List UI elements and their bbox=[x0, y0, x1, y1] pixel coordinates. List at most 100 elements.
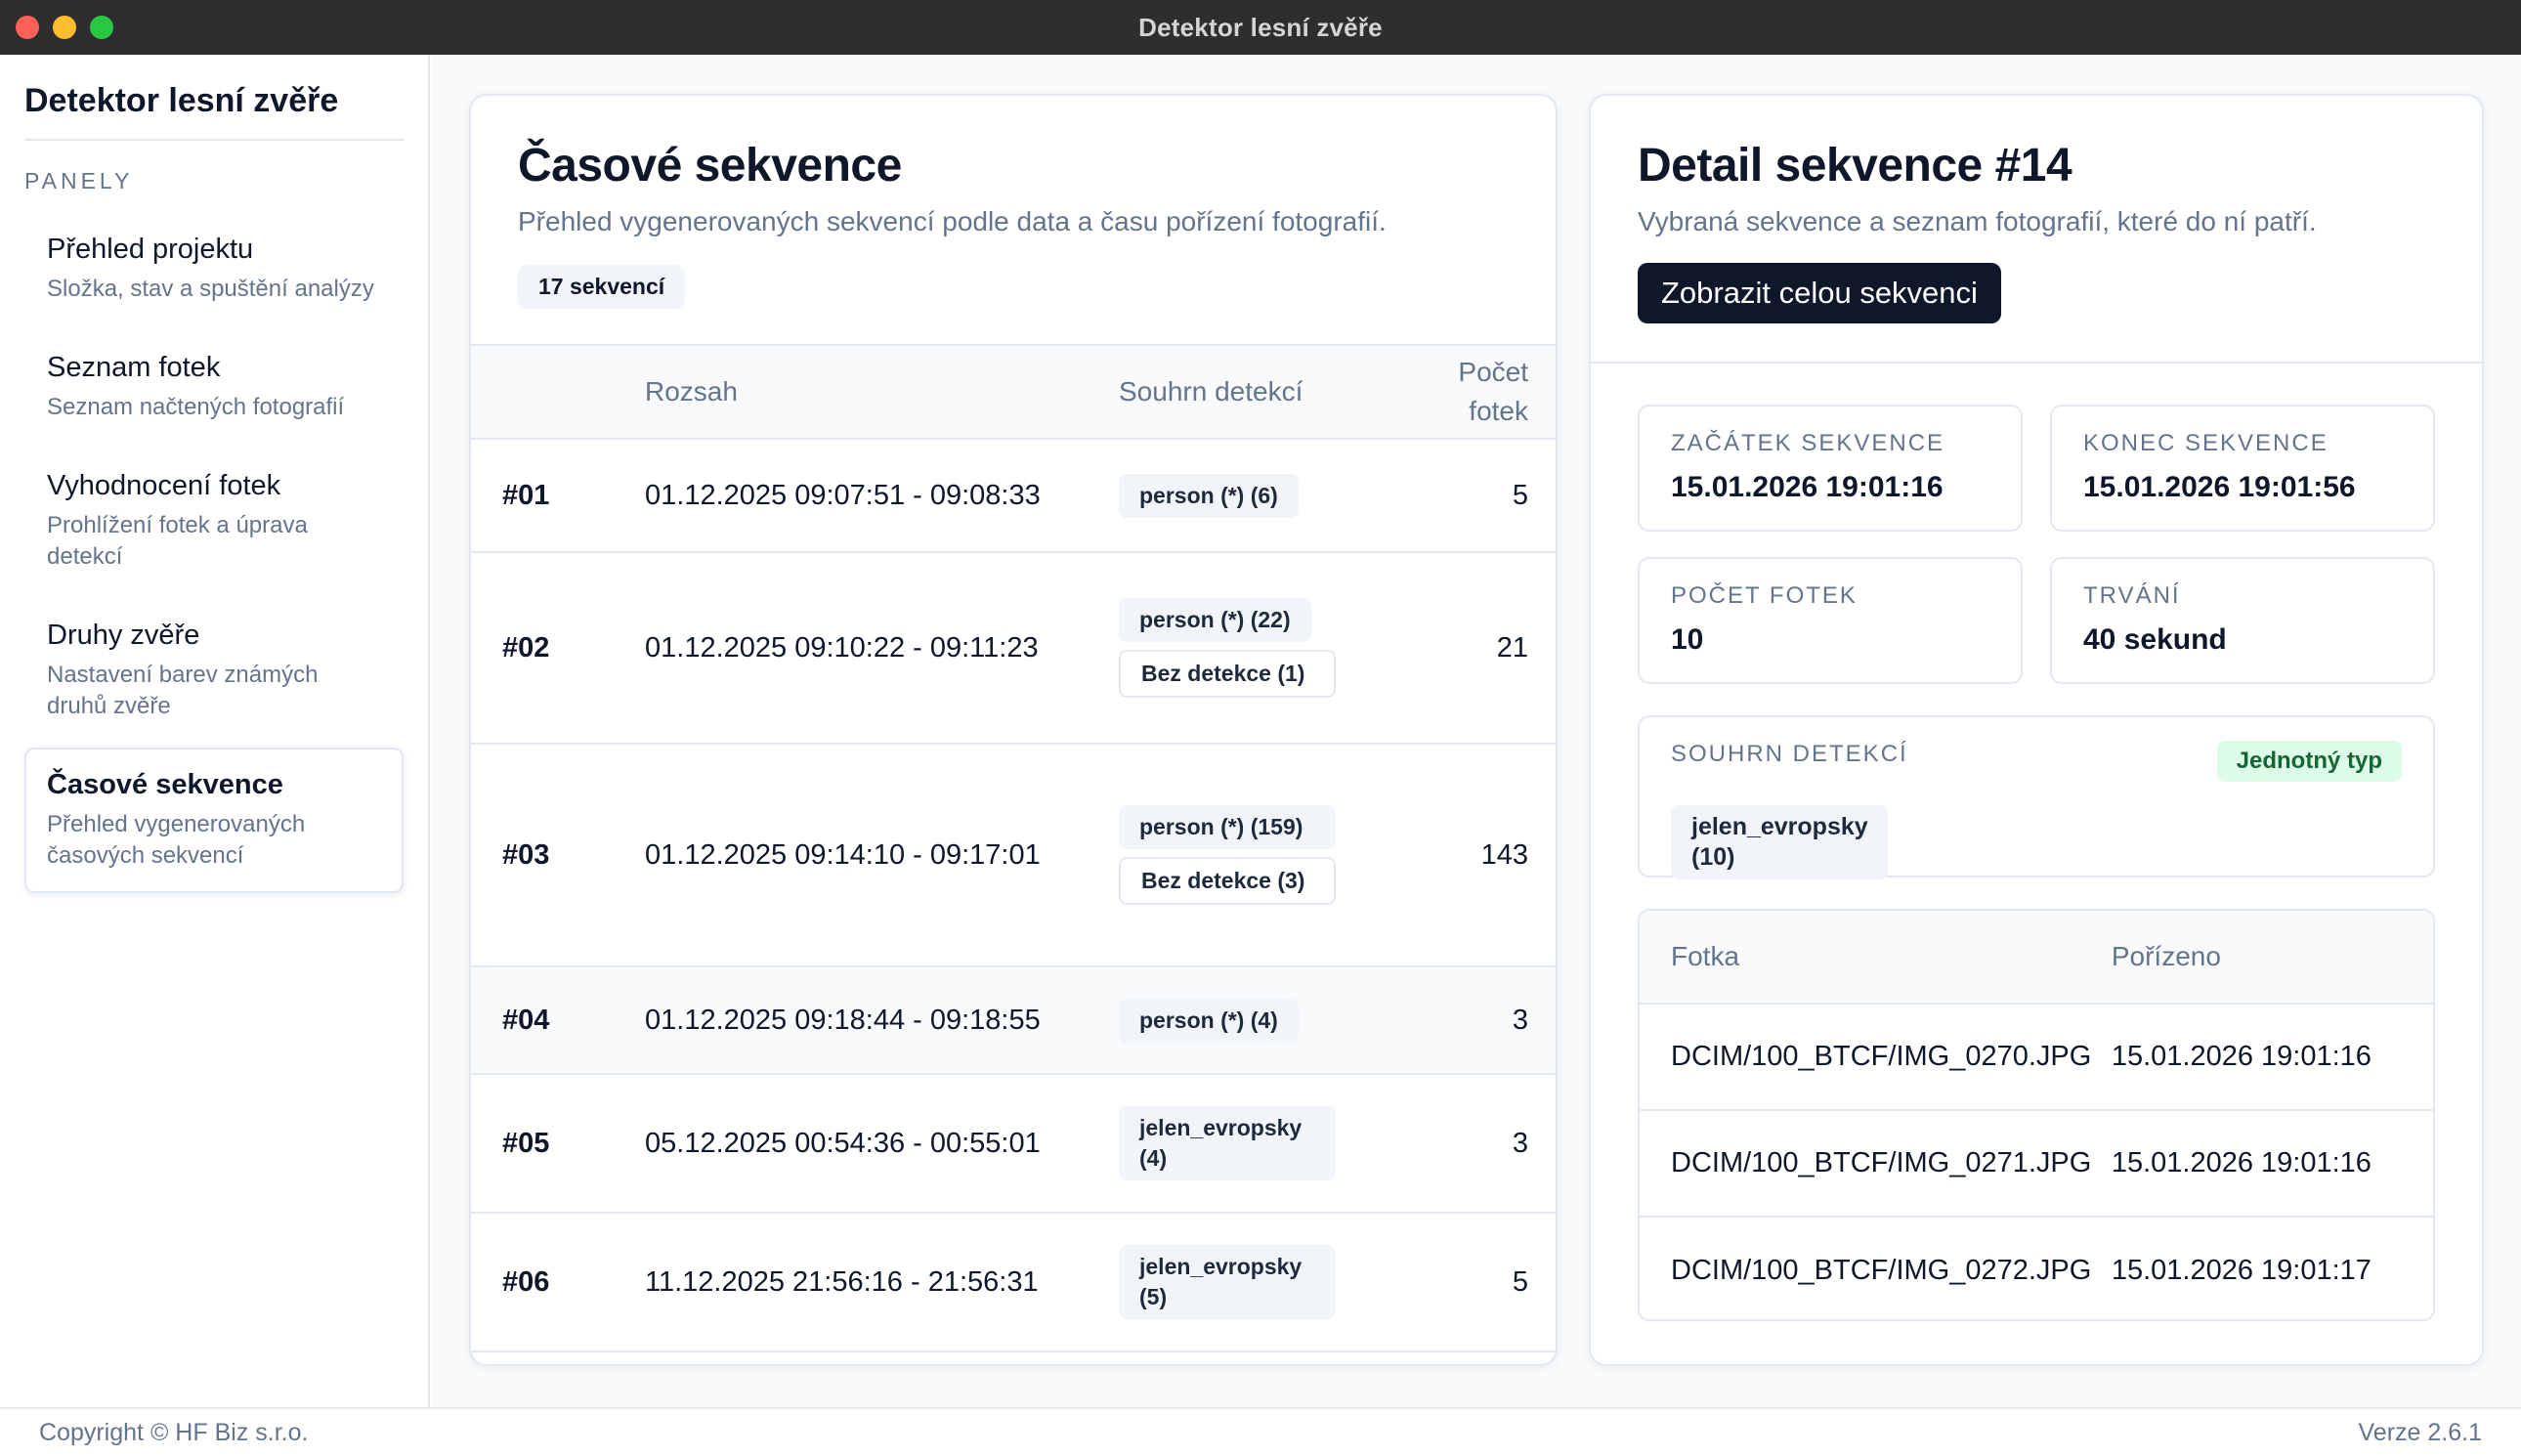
stat-value: 10 bbox=[1671, 623, 1704, 656]
table-header: Rozsah Souhrn detekcí Počet fotek bbox=[471, 346, 1556, 440]
sidebar-section-label: PANELY bbox=[24, 168, 134, 193]
sequence-range: 05.12.2025 00:54:36 - 00:55:01 bbox=[645, 1127, 1041, 1159]
sequence-photo-count: 5 bbox=[1512, 480, 1528, 511]
sequence-id: #02 bbox=[502, 631, 550, 664]
sequence-range: 01.12.2025 09:10:22 - 09:11:23 bbox=[645, 631, 1039, 664]
copyright-text: Copyright © HF Biz s.r.o. bbox=[39, 1418, 309, 1446]
detection-chip: Bez detekce (1) bbox=[1119, 650, 1336, 698]
stat-value: 15.01.2026 19:01:56 bbox=[2083, 471, 2356, 503]
photo-filename: DCIM/100_BTCF/IMG_0271.JPG bbox=[1671, 1147, 2092, 1178]
sequences-title: Časové sekvence bbox=[518, 140, 902, 192]
column-header-taken[interactable]: Pořízeno bbox=[2112, 941, 2433, 972]
column-header-count[interactable]: Počet fotek bbox=[1441, 353, 1556, 431]
sidebar-item-time-sequences[interactable]: Časové sekvence Přehled vygenerovaných č… bbox=[24, 748, 404, 893]
sidebar-item-species[interactable]: Druhy zvěře Nastavení barev známých druh… bbox=[24, 598, 404, 744]
window-title: Detektor lesní zvěře bbox=[1138, 12, 1383, 42]
window-titlebar: Detektor lesní zvěře bbox=[0, 0, 2521, 55]
sequence-id: #05 bbox=[502, 1127, 550, 1159]
detection-chip: person (*) (22) bbox=[1119, 598, 1311, 642]
sidebar: Detektor lesní zvěře PANELY Přehled proj… bbox=[0, 55, 430, 1407]
photo-taken: 15.01.2026 19:01:16 bbox=[2111, 1147, 2371, 1178]
app-name: Detektor lesní zvěře bbox=[24, 55, 404, 141]
stat-photo-count: POČET FOTEK 10 bbox=[1638, 557, 2023, 684]
table-row[interactable]: DCIM/100_BTCF/IMG_0270.JPG 15.01.2026 19… bbox=[1640, 1005, 2433, 1111]
sequence-photo-count: 21 bbox=[1496, 632, 1528, 664]
main-content: Časové sekvence Přehled vygenerovaných s… bbox=[432, 55, 2521, 1407]
sequence-photo-count: 3 bbox=[1512, 1128, 1528, 1159]
sequence-detail-panel: Detail sekvence #14 Vybraná sekvence a s… bbox=[1589, 94, 2484, 1366]
sequence-range: 01.12.2025 09:14:10 - 09:17:01 bbox=[645, 838, 1041, 871]
sequence-range: 11.12.2025 21:56:16 - 21:56:31 bbox=[645, 1265, 1039, 1298]
sidebar-item-project-overview[interactable]: Přehled projektu Složka, stav a spuštění… bbox=[24, 212, 404, 326]
version-text: Verze 2.6.1 bbox=[2358, 1418, 2482, 1446]
column-header-photo[interactable]: Fotka bbox=[1640, 941, 2112, 972]
zoom-window-button[interactable] bbox=[90, 16, 113, 39]
table-row[interactable]: #03 01.12.2025 09:14:10 - 09:17:01 perso… bbox=[471, 745, 1556, 967]
stat-duration: TRVÁNÍ 40 sekund bbox=[2050, 557, 2435, 684]
table-row[interactable]: #02 01.12.2025 09:10:22 - 09:11:23 perso… bbox=[471, 553, 1556, 745]
divider bbox=[1591, 362, 2482, 364]
sidebar-item-photo-list[interactable]: Seznam fotek Seznam načtených fotografií bbox=[24, 330, 404, 445]
sidebar-item-description: Seznam načtených fotografií bbox=[47, 394, 345, 420]
detection-chips: person (*) (159) Bez detekce (3) bbox=[1119, 776, 1441, 934]
uniform-type-badge: Jednotný typ bbox=[2216, 741, 2402, 782]
detection-summary: SOUHRN DETEKCÍ Jednotný typ jelen_evrops… bbox=[1638, 715, 2435, 879]
table-row[interactable]: #04 01.12.2025 09:18:44 - 09:18:55 perso… bbox=[471, 967, 1556, 1075]
sequences-panel: Časové sekvence Přehled vygenerovaných s… bbox=[469, 94, 1558, 1366]
sequence-photo-count: 143 bbox=[1480, 839, 1528, 871]
window-controls bbox=[16, 16, 113, 39]
sequences-subtitle: Přehled vygenerovaných sekvencí podle da… bbox=[518, 206, 1387, 236]
sidebar-item-description: Nastavení barev známých druhů zvěře bbox=[47, 662, 319, 719]
close-window-button[interactable] bbox=[16, 16, 39, 39]
detection-chip: jelen_evropsky (4) bbox=[1119, 1106, 1336, 1180]
detail-title: Detail sekvence #14 bbox=[1638, 140, 2072, 192]
sidebar-item-description: Prohlížení fotek a úprava detekcí bbox=[47, 512, 308, 570]
detection-chip: person (*) (6) bbox=[1119, 473, 1299, 518]
detection-chips: jelen_evropsky (5) bbox=[1119, 1216, 1441, 1349]
photo-taken: 15.01.2026 19:01:16 bbox=[2111, 1041, 2371, 1072]
table-row[interactable]: #06 11.12.2025 21:56:16 - 21:56:31 jelen… bbox=[471, 1214, 1556, 1352]
sidebar-item-title: Seznam fotek bbox=[47, 352, 221, 383]
footer: Copyright © HF Biz s.r.o. Verze 2.6.1 bbox=[0, 1407, 2521, 1456]
column-header-range[interactable]: Rozsah bbox=[645, 376, 1119, 407]
sidebar-item-title: Vyhodnocení fotek bbox=[47, 470, 281, 501]
sidebar-item-description: Přehled vygenerovaných časových sekvencí bbox=[47, 811, 306, 869]
show-full-sequence-button[interactable]: Zobrazit celou sekvenci bbox=[1638, 263, 2001, 323]
detail-subtitle: Vybraná sekvence a seznam fotografií, kt… bbox=[1638, 206, 2317, 236]
stat-label: POČET FOTEK bbox=[1671, 582, 1858, 609]
column-header-detections[interactable]: Souhrn detekcí bbox=[1119, 376, 1441, 407]
photo-filename: DCIM/100_BTCF/IMG_0272.JPG bbox=[1671, 1255, 2092, 1286]
sequence-count-badge: 17 sekvencí bbox=[518, 265, 686, 309]
stat-value: 15.01.2026 19:01:16 bbox=[1671, 471, 1944, 503]
table-row[interactable]: DCIM/100_BTCF/IMG_0271.JPG 15.01.2026 19… bbox=[1640, 1111, 2433, 1218]
detection-chips: person (*) (22) Bez detekce (1) bbox=[1119, 569, 1441, 727]
sequence-photo-count: 5 bbox=[1512, 1266, 1528, 1298]
sidebar-item-description: Složka, stav a spuštění analýzy bbox=[47, 276, 374, 302]
photo-filename: DCIM/100_BTCF/IMG_0270.JPG bbox=[1671, 1041, 2092, 1072]
sequence-range: 01.12.2025 09:07:51 - 09:08:33 bbox=[645, 479, 1041, 511]
sequence-photos-table: Fotka Pořízeno DCIM/100_BTCF/IMG_0270.JP… bbox=[1638, 909, 2435, 1321]
stat-start: ZAČÁTEK SEKVENCE 15.01.2026 19:01:16 bbox=[1638, 405, 2023, 532]
detection-chip: person (*) (4) bbox=[1119, 998, 1299, 1043]
photo-taken: 15.01.2026 19:01:17 bbox=[2111, 1255, 2371, 1286]
sequence-id: #04 bbox=[502, 1004, 550, 1036]
table-row[interactable]: #05 05.12.2025 00:54:36 - 00:55:01 jelen… bbox=[471, 1075, 1556, 1214]
sidebar-item-title: Časové sekvence bbox=[47, 769, 283, 800]
sequence-range: 01.12.2025 09:18:44 - 09:18:55 bbox=[645, 1004, 1041, 1036]
detection-chip: person (*) (159) bbox=[1119, 805, 1336, 849]
sidebar-item-title: Přehled projektu bbox=[47, 234, 254, 265]
table-header: Fotka Pořízeno bbox=[1640, 911, 2433, 1005]
stat-label: KONEC SEKVENCE bbox=[2083, 430, 2329, 456]
sequence-id: #06 bbox=[502, 1265, 550, 1298]
table-row[interactable]: #01 01.12.2025 09:07:51 - 09:08:33 perso… bbox=[471, 440, 1556, 553]
detection-chips: person (*) (6) bbox=[1119, 445, 1441, 547]
minimize-window-button[interactable] bbox=[53, 16, 76, 39]
stat-label: ZAČÁTEK SEKVENCE bbox=[1671, 430, 1945, 456]
sequence-id: #01 bbox=[502, 479, 550, 511]
sequence-id: #03 bbox=[502, 838, 550, 871]
sidebar-item-photo-evaluation[interactable]: Vyhodnocení fotek Prohlížení fotek a úpr… bbox=[24, 449, 404, 594]
table-row[interactable]: DCIM/100_BTCF/IMG_0272.JPG 15.01.2026 19… bbox=[1640, 1218, 2433, 1319]
sequences-table: Rozsah Souhrn detekcí Počet fotek #01 01… bbox=[471, 344, 1556, 1352]
detection-chip: jelen_evropsky (10) bbox=[1671, 805, 1888, 879]
stat-label: TRVÁNÍ bbox=[2083, 582, 2181, 609]
